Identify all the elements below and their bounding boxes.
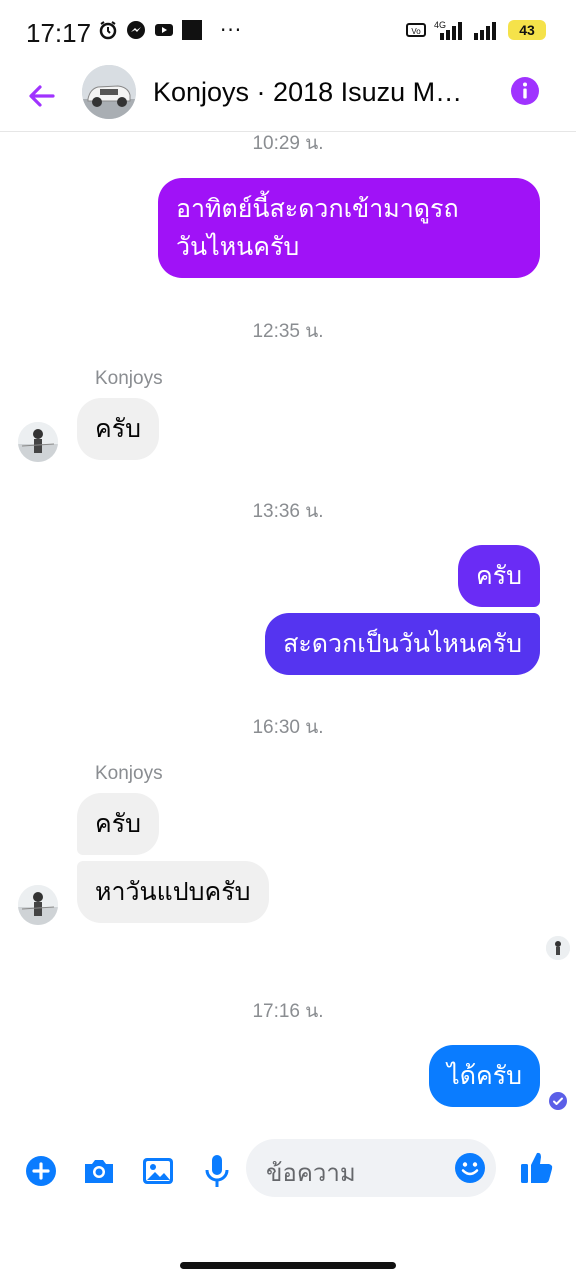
like-button[interactable] bbox=[520, 1150, 554, 1184]
status-more-dots: ··· bbox=[220, 18, 243, 42]
plus-icon bbox=[26, 1156, 56, 1186]
message-input[interactable]: ข้อความ bbox=[246, 1139, 496, 1197]
info-icon[interactable] bbox=[510, 76, 540, 106]
message-list: 10:29 น. อาทิตย์นี้สะดวกเข้ามาดูรถ วันไห… bbox=[0, 132, 576, 1132]
image-icon bbox=[143, 1158, 173, 1184]
incoming-message[interactable]: หาวันแปบครับ bbox=[77, 861, 269, 923]
avatar bbox=[18, 422, 58, 462]
timestamp: 12:35 น. bbox=[252, 321, 324, 342]
person-avatar-image bbox=[546, 936, 570, 960]
timestamp: 16:30 น. bbox=[252, 717, 324, 738]
delivered-check-icon bbox=[549, 1092, 567, 1110]
person-avatar-image bbox=[18, 422, 58, 462]
battery-indicator: 43 bbox=[508, 20, 546, 40]
alarm-icon bbox=[99, 21, 117, 40]
timestamp: 17:16 น. bbox=[252, 1001, 324, 1022]
messenger-icon bbox=[127, 21, 145, 39]
back-arrow-icon bbox=[29, 85, 55, 107]
outgoing-message[interactable]: ได้ครับ bbox=[429, 1045, 540, 1107]
conversation-header: Konjoys · 2018 Isuzu M… bbox=[0, 62, 576, 132]
timestamp: 10:29 น. bbox=[252, 133, 324, 154]
outgoing-message[interactable]: อาทิตย์นี้สะดวกเข้ามาดูรถ วันไหนครับ bbox=[158, 178, 540, 278]
outgoing-message[interactable]: สะดวกเป็นวันไหนครับ bbox=[265, 613, 540, 675]
add-button[interactable] bbox=[24, 1154, 58, 1188]
car-avatar-image bbox=[82, 65, 136, 119]
home-indicator[interactable] bbox=[180, 1262, 396, 1269]
message-line: อาทิตย์นี้สะดวกเข้ามาดูรถ bbox=[176, 194, 459, 223]
message-composer: ข้อความ bbox=[0, 1132, 576, 1212]
signal-icon: 4G bbox=[434, 20, 462, 40]
emoji-icon[interactable] bbox=[454, 1152, 486, 1184]
person-avatar-image bbox=[18, 885, 58, 925]
status-icons: ··· bbox=[98, 20, 242, 40]
outgoing-message[interactable]: ครับ bbox=[457, 545, 540, 607]
sender-name: Konjoys bbox=[95, 368, 163, 389]
avatar[interactable] bbox=[82, 65, 136, 119]
message-input-placeholder: ข้อความ bbox=[266, 1159, 356, 1187]
incoming-message[interactable]: ครับ bbox=[77, 398, 160, 460]
avatar bbox=[18, 885, 58, 925]
status-right: Vo 4G 43 bbox=[406, 20, 546, 40]
sender-name: Konjoys bbox=[95, 763, 163, 784]
conversation-title[interactable]: Konjoys · 2018 Isuzu M… bbox=[153, 77, 493, 108]
youtube-icon bbox=[155, 24, 173, 36]
thumbs-up-icon bbox=[521, 1152, 553, 1183]
incoming-message[interactable]: ครับ bbox=[77, 793, 160, 855]
message-line: วันไหนครับ bbox=[176, 232, 300, 261]
timestamp: 13:36 น. bbox=[252, 501, 324, 522]
status-bar: 17:17 ··· Vo 4G 43 bbox=[0, 0, 576, 62]
camera-button[interactable] bbox=[82, 1154, 116, 1188]
voice-button[interactable] bbox=[200, 1154, 234, 1188]
camera-icon bbox=[85, 1160, 113, 1183]
read-receipt-avatar bbox=[546, 936, 570, 960]
back-button[interactable] bbox=[20, 74, 64, 118]
volte-icon: Vo bbox=[406, 23, 426, 37]
svg-text:Vo: Vo bbox=[411, 27, 421, 36]
network-type: 4G bbox=[434, 20, 446, 30]
gallery-button[interactable] bbox=[141, 1154, 175, 1188]
status-time: 17:17 bbox=[26, 18, 92, 48]
microphone-icon bbox=[205, 1155, 229, 1187]
signal-icon-2 bbox=[474, 22, 496, 40]
square-icon bbox=[182, 20, 202, 40]
